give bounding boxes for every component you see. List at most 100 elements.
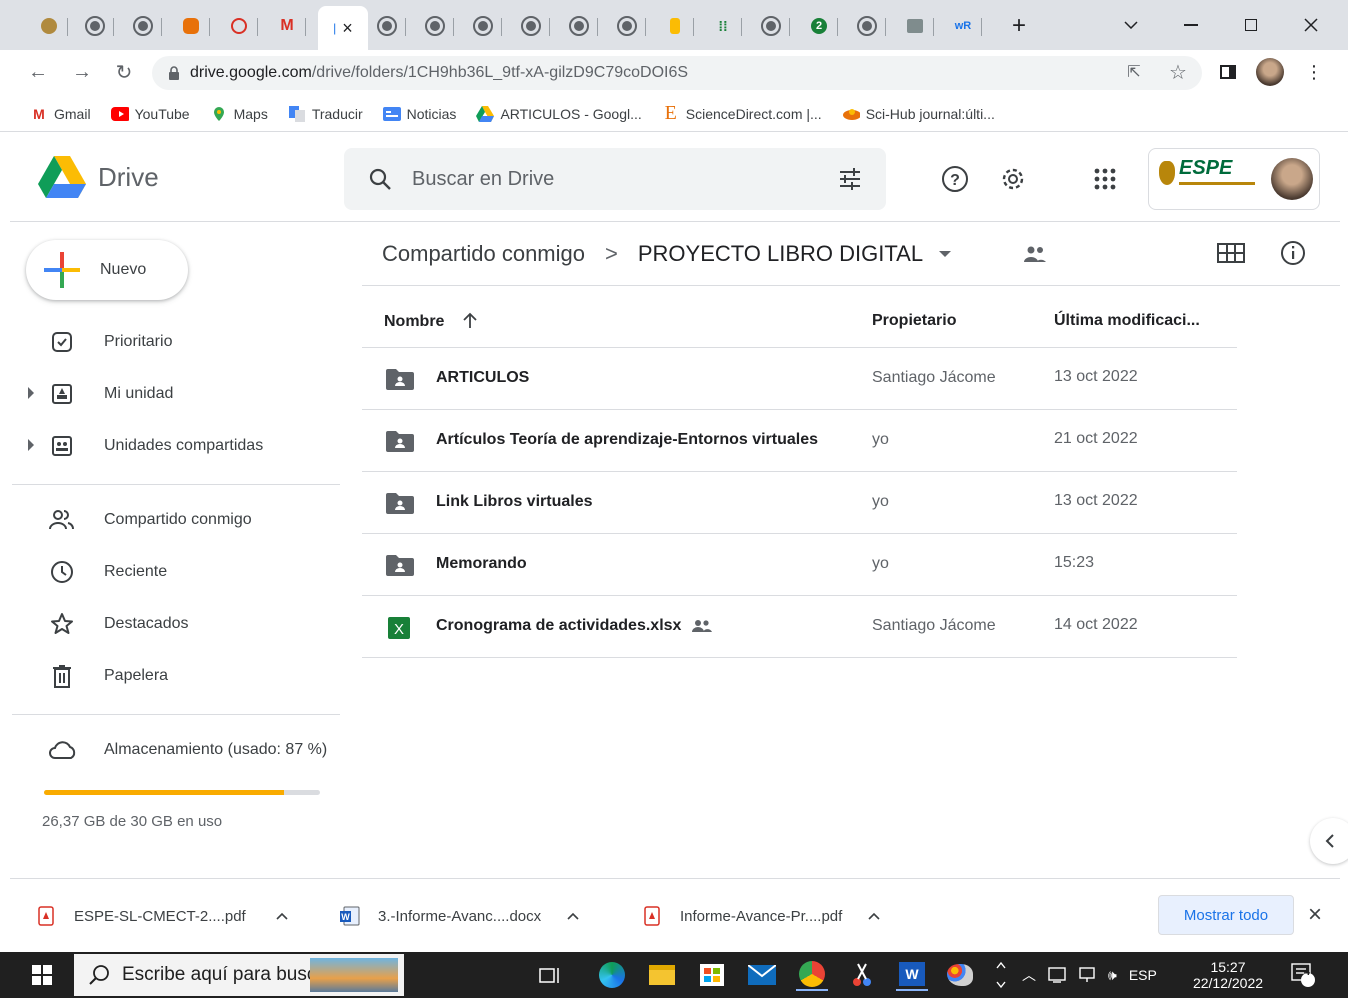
column-header-modified[interactable]: Última modificaci... (1054, 312, 1200, 330)
account-avatar[interactable] (1271, 158, 1313, 200)
expand-caret-icon[interactable] (28, 387, 34, 399)
tab-1[interactable] (30, 10, 68, 42)
sidebar-item-priority[interactable]: Prioritario (0, 321, 340, 363)
bookmark-gmail[interactable]: M Gmail (30, 106, 90, 122)
network-icon[interactable] (1078, 967, 1096, 983)
settings-button[interactable] (996, 162, 1030, 196)
share-page-button[interactable]: ⇱ (1118, 56, 1150, 88)
sidebar-item-shared-drives[interactable]: Unidades compartidas (0, 425, 340, 467)
volume-icon[interactable]: 🕪 (1108, 967, 1117, 984)
touch-keyboard-icon[interactable] (1048, 967, 1066, 983)
download-item[interactable]: ESPE-SL-CMECT-2....pdf (38, 891, 288, 941)
tab-active[interactable]: | × (318, 6, 368, 50)
apps-button[interactable] (1088, 162, 1122, 196)
tab-2[interactable] (76, 10, 114, 42)
tab-14[interactable]: ⁞⁞ (704, 10, 742, 42)
taskbar-mail[interactable] (746, 959, 778, 991)
breadcrumb-parent[interactable]: Compartido conmigo (382, 241, 585, 267)
tab-15[interactable] (752, 10, 790, 42)
tab-3[interactable] (124, 10, 162, 42)
sidebar-item-my-drive[interactable]: Mi unidad (0, 373, 340, 415)
tab-close-icon[interactable]: × (342, 18, 353, 39)
bookmark-maps[interactable]: Maps (210, 106, 268, 122)
taskbar-paint[interactable] (944, 959, 976, 991)
clock[interactable]: 15:27 22/12/2022 (1186, 952, 1270, 998)
start-button[interactable] (26, 959, 58, 991)
chevron-up-icon[interactable] (567, 912, 579, 920)
drive-logo[interactable]: Drive (38, 156, 159, 198)
download-item[interactable]: Informe-Avance-Pr....pdf (644, 891, 880, 941)
language-indicator[interactable]: ESP (1129, 967, 1157, 983)
tab-19[interactable]: wR (944, 10, 982, 42)
bookmark-sciencedirect[interactable]: E ScienceDirect.com |... (662, 102, 822, 124)
bookmark-star-button[interactable]: ☆ (1162, 56, 1194, 88)
expand-caret-icon[interactable] (28, 439, 34, 451)
new-button[interactable]: Nuevo (26, 240, 188, 300)
grid-view-button[interactable] (1217, 243, 1245, 263)
restore-button[interactable] (1228, 0, 1274, 50)
arrow-up-icon[interactable] (463, 312, 477, 328)
browser-menu-button[interactable]: ⋮ (1298, 56, 1330, 88)
close-window-button[interactable] (1288, 0, 1334, 50)
tab-12[interactable] (608, 10, 646, 42)
bookmark-scihub[interactable]: Sci-Hub journal:últi... (842, 106, 995, 122)
profile-button[interactable] (1254, 56, 1286, 88)
minimize-button[interactable] (1168, 0, 1214, 50)
tab-5[interactable] (220, 10, 258, 42)
tab-search-button[interactable] (1108, 0, 1154, 50)
dropdown-arrow-icon[interactable] (939, 250, 952, 258)
notifications-button[interactable]: 4 (1290, 952, 1316, 998)
task-view-button[interactable] (534, 959, 566, 991)
tab-4[interactable] (172, 10, 210, 42)
address-bar[interactable]: drive.google.com/drive/folders/1CH9hb36L… (152, 56, 1202, 90)
tab-13[interactable] (656, 10, 694, 42)
tab-17[interactable] (848, 10, 886, 42)
taskbar-search-input[interactable]: Escribe aquí para buscar (122, 964, 333, 986)
bookmark-articulos[interactable]: ARTICULOS - Googl... (476, 105, 642, 122)
tab-11[interactable] (560, 10, 598, 42)
forward-button[interactable]: → (66, 56, 98, 88)
table-row[interactable]: X Cronograma de actividades.xlsx Santiag… (362, 596, 1237, 658)
help-button[interactable]: ? (938, 162, 972, 196)
bookmark-news[interactable]: Noticias (382, 106, 456, 122)
tab-7[interactable] (368, 10, 406, 42)
bookmark-translate[interactable]: Traducir (288, 105, 363, 122)
sidebar-item-shared-with-me[interactable]: Compartido conmigo (0, 499, 340, 541)
taskbar-word[interactable]: W (896, 959, 928, 991)
tab-16[interactable]: 2 (800, 10, 838, 42)
table-row[interactable]: Artículos Teoría de aprendizaje-Entornos… (362, 410, 1237, 472)
download-item[interactable]: W 3.-Informe-Avanc....docx (340, 891, 579, 941)
taskbar-search[interactable]: Escribe aquí para buscar (74, 954, 404, 996)
drive-search-box[interactable]: Buscar en Drive (344, 148, 886, 210)
new-tab-button[interactable]: + (1000, 10, 1038, 42)
search-input[interactable]: Buscar en Drive (412, 168, 554, 191)
column-header-owner[interactable]: Propietario (872, 312, 956, 330)
tab-18[interactable] (896, 10, 934, 42)
table-row[interactable]: Memorando yo 15:23 (362, 534, 1237, 596)
table-row[interactable]: Link Libros virtuales yo 13 oct 2022 (362, 472, 1237, 534)
chevron-up-icon[interactable] (868, 912, 880, 920)
sidebar-item-storage[interactable]: Almacenamiento (usado: 87 %) (0, 729, 340, 771)
tab-9[interactable] (464, 10, 502, 42)
sidebar-item-starred[interactable]: Destacados (0, 603, 340, 645)
reload-button[interactable]: ↻ (108, 56, 140, 88)
show-hidden-icons-icon[interactable]: ︿ (1022, 965, 1036, 985)
tray-overflow-button[interactable] (996, 952, 1006, 998)
taskbar-store[interactable] (696, 959, 728, 991)
shared-folder-button[interactable] (1022, 244, 1048, 264)
chevron-up-icon[interactable] (276, 912, 288, 920)
taskbar-chrome[interactable] (796, 959, 828, 991)
taskbar-explorer[interactable] (646, 959, 678, 991)
taskbar-edge[interactable] (596, 959, 628, 991)
search-options-icon[interactable] (838, 167, 862, 191)
column-header-name[interactable]: Nombre (384, 312, 477, 331)
tab-8[interactable] (416, 10, 454, 42)
account-switcher[interactable]: ESPE (1148, 148, 1320, 210)
breadcrumb-current[interactable]: PROYECTO LIBRO DIGITAL (638, 241, 923, 267)
table-row[interactable]: ARTICULOS Santiago Jácome 13 oct 2022 (362, 348, 1237, 410)
sidebar-item-trash[interactable]: Papelera (0, 655, 340, 697)
tab-6[interactable]: M (268, 10, 306, 42)
close-downloads-icon[interactable]: × (1308, 901, 1322, 929)
show-all-downloads-button[interactable]: Mostrar todo (1158, 895, 1294, 935)
details-button[interactable] (1280, 240, 1306, 266)
